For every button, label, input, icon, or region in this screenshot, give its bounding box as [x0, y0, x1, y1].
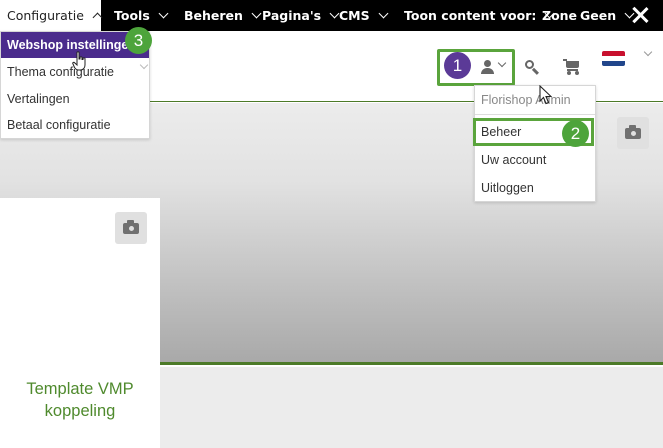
menu-configuratie[interactable]: Configuratie	[0, 0, 103, 31]
label-zone: Zone	[542, 0, 577, 31]
menu-label: Configuratie	[7, 8, 84, 23]
menu-item-uw-account[interactable]: Uw account	[481, 153, 546, 167]
menu-beheren[interactable]: Beheren	[184, 0, 262, 31]
menu-label: Zone	[542, 8, 578, 23]
menu-label: Beheren	[184, 8, 243, 23]
divider	[475, 114, 595, 115]
chevron-down-icon	[378, 8, 389, 19]
card-title[interactable]: Template VMP koppeling	[0, 378, 160, 422]
zone-select[interactable]: Geen	[580, 0, 635, 31]
menu-label: CMS	[339, 8, 370, 23]
menu-paginas[interactable]: Pagina's	[262, 0, 340, 31]
menu-item-vertalingen[interactable]: Vertalingen	[1, 86, 149, 112]
menu-label: Toon content voor:	[404, 8, 537, 23]
annotation-badge-2: 2	[562, 120, 589, 147]
menu-toon-content-voor[interactable]: Toon content voor:	[404, 0, 555, 31]
menu-label: Pagina's	[262, 8, 322, 23]
admin-toolbar: Configuratie Tools Beheren Pagina's CMS …	[0, 0, 663, 31]
annotation-badge-1: 1	[444, 52, 471, 79]
close-icon[interactable]	[630, 5, 650, 25]
camera-icon[interactable]	[115, 212, 147, 244]
account-username: Florishop Admin	[481, 93, 571, 107]
search-icon[interactable]	[524, 59, 540, 75]
menu-label: Tools	[114, 8, 150, 23]
menu-item-betaal-configuratie[interactable]: Betaal configuratie	[1, 112, 149, 138]
menu-label: Geen	[580, 8, 617, 23]
menu-cms[interactable]: CMS	[339, 0, 389, 31]
hand-cursor-icon	[72, 51, 86, 71]
menu-item-uitloggen[interactable]: Uitloggen	[481, 181, 534, 195]
menu-item-label: Thema configuratie	[7, 65, 115, 79]
camera-icon[interactable]	[617, 117, 649, 149]
chevron-down-icon	[251, 8, 262, 19]
annotation-badge-3: 3	[125, 27, 152, 54]
flag-nl-icon[interactable]	[602, 51, 625, 66]
chevron-down-icon	[158, 8, 169, 19]
cart-icon[interactable]	[563, 58, 581, 76]
cursor-icon	[539, 85, 552, 105]
chevron-up-icon	[92, 12, 103, 23]
